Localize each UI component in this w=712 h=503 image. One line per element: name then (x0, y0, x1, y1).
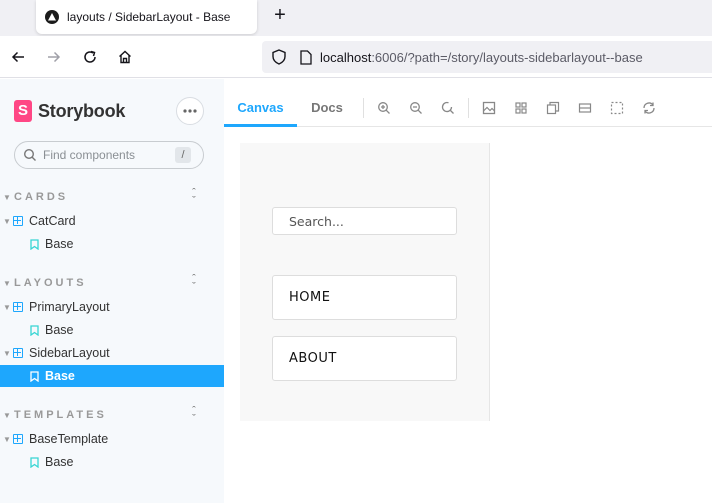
collapse-all-icon[interactable]: ˆˇ (189, 274, 199, 293)
bookmark-icon (30, 238, 39, 250)
zoom-out-icon[interactable] (408, 100, 424, 116)
nav-about-button[interactable]: ABOUT (272, 336, 457, 381)
storybook-logo-text: Storybook (38, 100, 126, 121)
search-placeholder: Find components (43, 148, 136, 162)
storybook-sidebar: S Storybook Find components / ▼ CARDS ˆˇ… (0, 79, 224, 503)
caret-down-icon: ▼ (3, 410, 11, 420)
group-cards[interactable]: ▼ CARDS ˆˇ (0, 187, 224, 207)
home-icon (119, 50, 131, 64)
group-label: CARDS (14, 191, 69, 203)
tree-story-label: Base (45, 369, 75, 383)
tab-docs[interactable]: Docs (302, 89, 352, 127)
collapse-all-icon[interactable]: ˆˇ (189, 406, 199, 425)
browser-tab-bar: layouts / SidebarLayout - Base + (0, 0, 712, 36)
outline-icon[interactable] (609, 100, 625, 116)
storybook-toolbar: Canvas Docs (224, 89, 712, 127)
tree-component-basetemplate[interactable]: ▼ BaseTemplate (0, 428, 224, 450)
storybook-logo-mark: S (14, 100, 32, 122)
tree-component-label: CatCard (29, 214, 76, 228)
url-bar[interactable]: localhost:6006/?path=/story/layouts-side… (262, 41, 712, 73)
caret-down-icon: ▼ (3, 434, 11, 444)
favicon-icon (45, 10, 59, 24)
tree-story-label: Base (45, 455, 74, 469)
tree-component-label: SidebarLayout (29, 346, 110, 360)
toolbar-divider (468, 98, 469, 118)
caret-down-icon: ▼ (3, 216, 11, 226)
viewport-icon[interactable] (545, 100, 561, 116)
component-icon (13, 216, 23, 226)
forward-button[interactable] (42, 45, 66, 69)
bookmark-icon (30, 370, 39, 382)
shield-icon[interactable] (272, 49, 286, 65)
tab-canvas[interactable]: Canvas (224, 89, 297, 127)
reload-icon (84, 50, 96, 63)
url-text[interactable]: localhost:6006/?path=/story/layouts-side… (320, 50, 643, 65)
arrow-right-icon (48, 51, 61, 63)
search-shortcut-key: / (175, 147, 191, 163)
url-host: localhost (320, 49, 372, 65)
component-search[interactable]: Find components / (14, 141, 204, 169)
search-icon (23, 148, 36, 161)
tree-component-label: BaseTemplate (29, 432, 109, 446)
group-label: TEMPLATES (14, 409, 107, 421)
back-button[interactable] (6, 45, 30, 69)
component-icon (13, 302, 23, 312)
caret-down-icon: ▼ (3, 192, 11, 202)
toolbar-divider (363, 98, 364, 118)
caret-down-icon: ▼ (3, 302, 11, 312)
ellipsis-icon (183, 109, 197, 113)
page-icon[interactable] (300, 49, 312, 65)
tree-component-catcard[interactable]: ▼ CatCard (0, 210, 224, 232)
tree-component-sidebarlayout[interactable]: ▼ SidebarLayout (0, 342, 224, 364)
remount-icon[interactable] (641, 100, 657, 116)
zoom-in-icon[interactable] (376, 100, 392, 116)
browser-tab[interactable]: layouts / SidebarLayout - Base (36, 0, 257, 34)
browser-nav-bar: localhost:6006/?path=/story/layouts-side… (0, 36, 712, 78)
tree-story-label: Base (45, 237, 74, 251)
nav-home-button[interactable]: HOME (272, 275, 457, 320)
group-templates[interactable]: ▼ TEMPLATES ˆˇ (0, 405, 224, 425)
zoom-reset-icon[interactable] (440, 100, 456, 116)
tree-story-label: Base (45, 323, 74, 337)
new-tab-button[interactable]: + (268, 4, 292, 28)
tree-story-catcard-base[interactable]: Base (0, 233, 224, 255)
tab-title: layouts / SidebarLayout - Base (67, 10, 231, 24)
tree-story-basetemplate-base[interactable]: Base (0, 451, 224, 473)
reload-button[interactable] (78, 45, 102, 69)
component-icon (13, 434, 23, 444)
storybook-logo[interactable]: S Storybook (14, 100, 125, 122)
preview-search-input[interactable] (273, 208, 456, 234)
home-button[interactable] (113, 45, 137, 69)
group-layouts[interactable]: ▼ LAYOUTS ˆˇ (0, 273, 224, 293)
grid-icon[interactable] (513, 100, 529, 116)
bookmark-icon (30, 324, 39, 336)
arrow-left-icon (11, 51, 24, 63)
caret-down-icon: ▼ (3, 278, 11, 288)
settings-menu-button[interactable] (176, 97, 204, 125)
tree-component-label: PrimaryLayout (29, 300, 110, 314)
tree-story-primarylayout-base[interactable]: Base (0, 319, 224, 341)
caret-down-icon: ▼ (3, 348, 11, 358)
preview-search-field[interactable] (272, 207, 457, 235)
collapse-all-icon[interactable]: ˆˇ (189, 188, 199, 207)
url-path: :6006/?path=/story/layouts-sidebarlayout… (371, 49, 643, 65)
story-preview: HOME ABOUT (240, 143, 490, 421)
tree-component-primarylayout[interactable]: ▼ PrimaryLayout (0, 296, 224, 318)
bookmark-icon (30, 456, 39, 468)
storybook-main-panel: Canvas Docs Search... HOME ABOUT (224, 79, 712, 503)
component-icon (13, 348, 23, 358)
measure-icon[interactable] (577, 100, 593, 116)
background-icon[interactable] (481, 100, 497, 116)
group-label: LAYOUTS (14, 277, 87, 289)
tree-story-sidebarlayout-base[interactable]: Base (0, 365, 224, 387)
